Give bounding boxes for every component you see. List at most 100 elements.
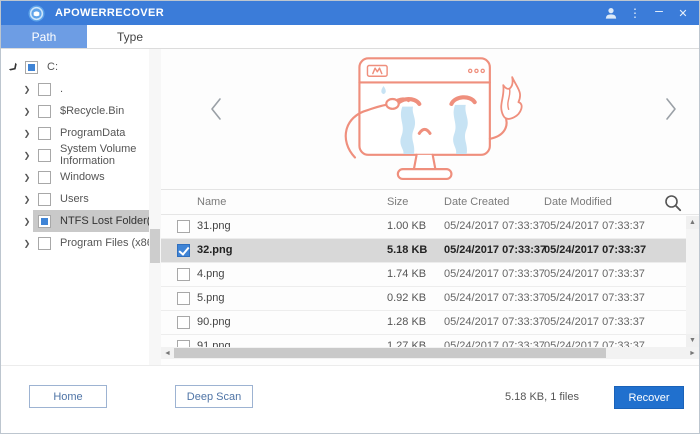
file-name: 90.png (197, 316, 231, 328)
column-header-date-modified[interactable]: Date Modified (544, 196, 612, 208)
row-checkbox[interactable] (177, 316, 190, 329)
tree-checkbox[interactable] (38, 105, 51, 118)
file-name: 5.png (197, 292, 225, 304)
tree-checkbox[interactable] (38, 149, 51, 162)
file-date-created: 05/24/2017 07:33:37 (444, 292, 545, 304)
expander-icon[interactable]: ❯ (21, 129, 33, 138)
horizontal-scroll-thumb[interactable] (174, 348, 606, 358)
tree-item-label: Program Files (x86) (60, 237, 157, 249)
scroll-right-icon[interactable]: ► (686, 347, 699, 359)
column-header-date-created[interactable]: Date Created (444, 196, 509, 208)
tree-checkbox[interactable] (38, 215, 51, 228)
file-date-modified: 05/24/2017 07:33:37 (544, 292, 645, 304)
title-bar: APOWERRECOVER ⋮ – ✕ (1, 1, 699, 25)
file-date-modified: 05/24/2017 07:33:37 (544, 316, 645, 328)
sidebar-scroll-thumb[interactable] (150, 229, 160, 263)
file-name: 4.png (197, 268, 225, 280)
tab-bar: Path Type (1, 25, 699, 49)
table-header: Name Size Date Created Date Modified (161, 189, 699, 215)
row-checkbox[interactable] (177, 220, 190, 233)
next-arrow-button[interactable] (663, 96, 679, 122)
close-button[interactable]: ✕ (671, 1, 695, 25)
file-size: 1.74 KB (387, 268, 426, 280)
tree-item-system-volume-information[interactable]: ❯ System Volume Information (1, 144, 161, 166)
file-date-created: 05/24/2017 07:33:37 (444, 244, 546, 256)
row-checkbox[interactable] (177, 292, 190, 305)
file-row[interactable]: 90.png 1.28 KB 05/24/2017 07:33:37 05/24… (161, 311, 699, 335)
file-row[interactable]: 32.png 5.18 KB 05/24/2017 07:33:37 05/24… (161, 239, 699, 263)
table-vertical-scrollbar[interactable]: ▲ ▼ (686, 216, 699, 347)
tree-item-program-files-x86[interactable]: ❯ Program Files (x86) (1, 232, 161, 254)
footer-bar: Home Deep Scan 5.18 KB, 1 files Recover (1, 365, 699, 433)
tree-item-recycle-bin[interactable]: ❯ $Recycle.Bin (1, 100, 161, 122)
expander-icon[interactable]: ❯ (21, 107, 33, 116)
file-list: 31.png 1.00 KB 05/24/2017 07:33:37 05/24… (161, 215, 699, 359)
file-size: 0.92 KB (387, 292, 426, 304)
file-date-created: 05/24/2017 07:33:37 (444, 316, 545, 328)
tree-checkbox[interactable] (38, 193, 51, 206)
file-size: 5.18 KB (387, 244, 427, 256)
previous-arrow-button[interactable] (208, 96, 224, 122)
file-date-created: 05/24/2017 07:33:37 (444, 220, 545, 232)
recover-button[interactable]: Recover (614, 386, 684, 409)
tree-item-programdata[interactable]: ❯ ProgramData (1, 122, 161, 144)
file-name: 32.png (197, 244, 232, 256)
tree-item-label: $Recycle.Bin (60, 105, 124, 117)
tree-checkbox[interactable] (25, 61, 38, 74)
sidebar-scrollbar[interactable] (149, 49, 161, 365)
tab-path[interactable]: Path (1, 25, 87, 48)
tab-type[interactable]: Type (87, 25, 173, 48)
tree-checkbox[interactable] (38, 127, 51, 140)
expander-icon[interactable]: ❯ (21, 151, 33, 160)
home-button[interactable]: Home (29, 385, 107, 408)
minimize-button[interactable]: – (647, 1, 671, 25)
account-icon[interactable] (599, 1, 623, 25)
column-header-name[interactable]: Name (197, 196, 226, 208)
tree-item-label: Windows (60, 171, 105, 183)
tree-checkbox[interactable] (38, 237, 51, 250)
app-window: APOWERRECOVER ⋮ – ✕ Path Type ❯ C: ❯ (0, 0, 700, 434)
file-date-modified: 05/24/2017 07:33:37 (544, 244, 646, 256)
file-row[interactable]: 31.png 1.00 KB 05/24/2017 07:33:37 05/24… (161, 215, 699, 239)
tree-item-c-drive[interactable]: ❯ C: (1, 56, 161, 78)
tree-checkbox[interactable] (38, 171, 51, 184)
app-title: APOWERRECOVER (55, 7, 599, 19)
preview-area (161, 49, 699, 189)
file-row[interactable]: 5.png 0.92 KB 05/24/2017 07:33:37 05/24/… (161, 287, 699, 311)
row-checkbox[interactable] (177, 244, 190, 257)
file-size: 1.00 KB (387, 220, 426, 232)
tree-item-label: NTFS Lost Folder(s) (60, 215, 160, 227)
tree-item-label: Users (60, 193, 89, 205)
menu-icon[interactable]: ⋮ (623, 1, 647, 25)
expander-icon[interactable]: ❯ (21, 173, 33, 182)
search-icon[interactable] (663, 193, 683, 213)
selection-summary: 5.18 KB, 1 files (505, 391, 579, 403)
expander-icon[interactable]: ❯ (21, 195, 33, 204)
expander-icon[interactable]: ❯ (21, 239, 33, 248)
expander-icon[interactable]: ❯ (21, 85, 33, 94)
scroll-left-icon[interactable]: ◄ (161, 347, 174, 359)
deep-scan-button[interactable]: Deep Scan (175, 385, 253, 408)
tree-item-windows[interactable]: ❯ Windows (1, 166, 161, 188)
file-date-modified: 05/24/2017 07:33:37 (544, 268, 645, 280)
tree-checkbox[interactable] (38, 83, 51, 96)
app-logo-icon (28, 5, 45, 22)
expander-icon[interactable]: ❯ (21, 217, 33, 226)
file-row[interactable]: 4.png 1.74 KB 05/24/2017 07:33:37 05/24/… (161, 263, 699, 287)
scroll-down-icon[interactable]: ▼ (686, 334, 699, 347)
file-size: 1.28 KB (387, 316, 426, 328)
scroll-up-icon[interactable]: ▲ (686, 216, 699, 229)
tree-item-label: System Volume Information (60, 143, 161, 167)
file-date-created: 05/24/2017 07:33:37 (444, 268, 545, 280)
tree-item-ntfs-lost-folders[interactable]: ❯ NTFS Lost Folder(s) (1, 210, 161, 232)
crying-monitor-illustration (327, 53, 533, 187)
tree-item-dot[interactable]: ❯ . (1, 78, 161, 100)
folder-tree: ❯ C: ❯ . ❯ $Recycle.Bin (1, 49, 161, 365)
tree-item-users[interactable]: ❯ Users (1, 188, 161, 210)
main-panel: Name Size Date Created Date Modified 31.… (161, 49, 699, 365)
table-horizontal-scrollbar[interactable]: ◄ ► (161, 347, 699, 359)
file-date-modified: 05/24/2017 07:33:37 (544, 220, 645, 232)
column-header-size[interactable]: Size (387, 196, 408, 208)
tree-item-label: ProgramData (60, 127, 125, 139)
row-checkbox[interactable] (177, 268, 190, 281)
